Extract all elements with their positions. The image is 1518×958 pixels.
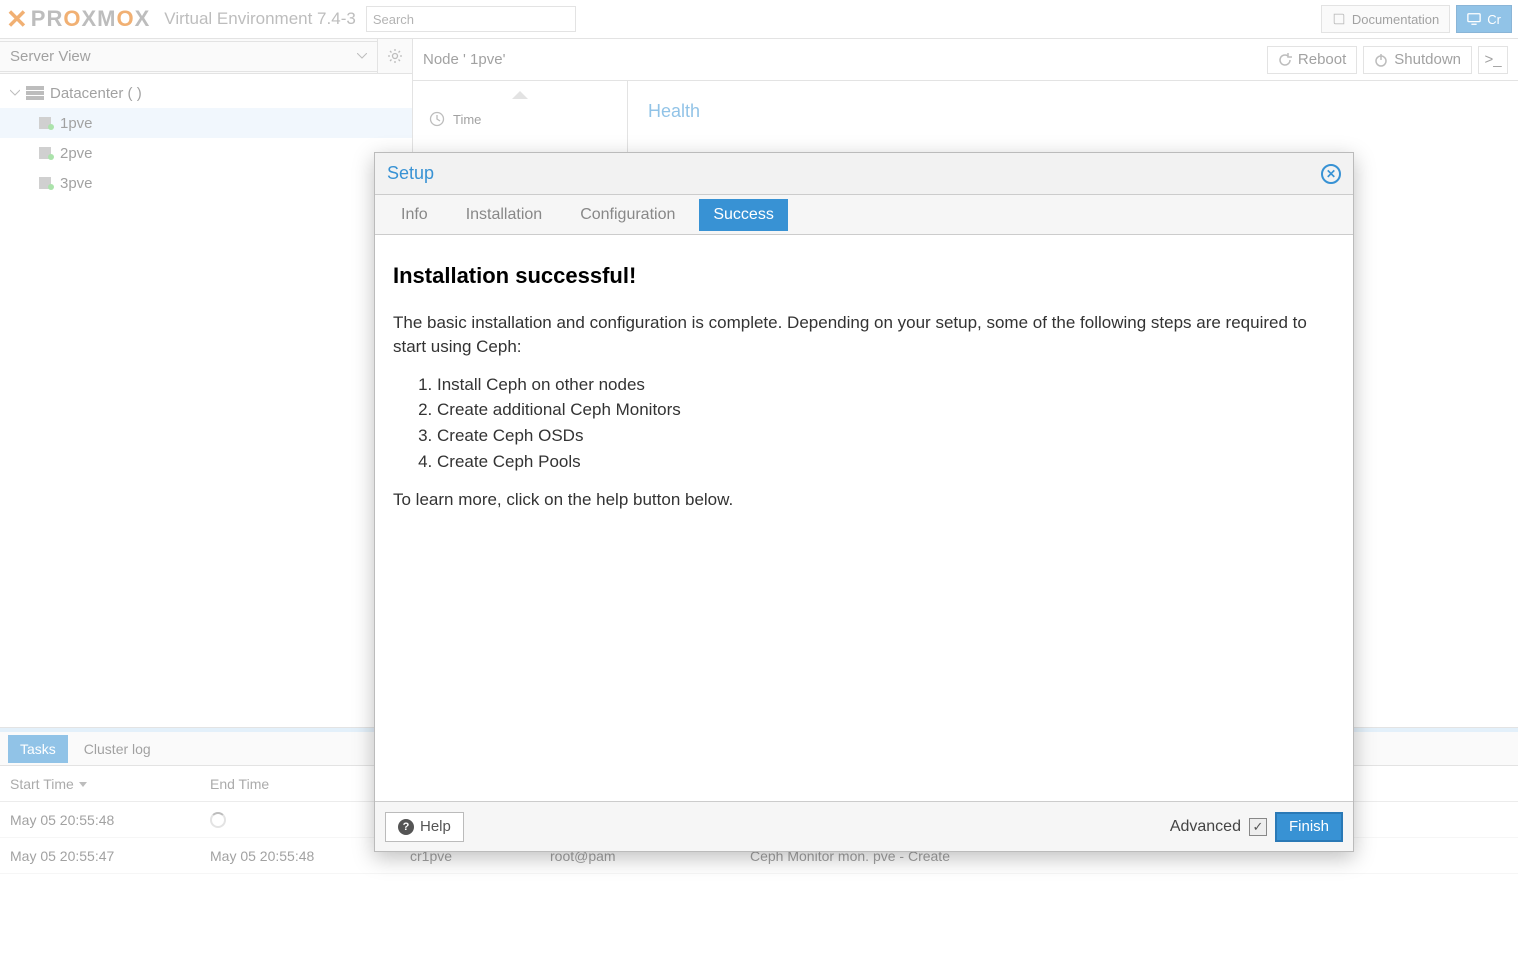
success-intro: The basic installation and configuration…	[393, 311, 1335, 359]
help-label: Help	[420, 818, 451, 835]
tab-info[interactable]: Info	[387, 199, 442, 231]
success-outro: To learn more, click on the help button …	[393, 488, 1335, 512]
dialog-footer: ? Help Advanced ✓ Finish	[375, 801, 1353, 851]
finish-label: Finish	[1289, 818, 1329, 835]
close-button[interactable]: ✕	[1321, 164, 1341, 184]
dialog-title: Setup	[387, 163, 1321, 184]
step-item: Create Ceph Pools	[437, 450, 1335, 474]
success-heading: Installation successful!	[393, 263, 1335, 289]
close-icon: ✕	[1326, 167, 1336, 181]
dialog-header: Setup ✕	[375, 153, 1353, 195]
help-icon: ?	[398, 819, 414, 835]
tab-configuration[interactable]: Configuration	[566, 199, 689, 231]
tab-installation[interactable]: Installation	[452, 199, 557, 231]
step-item: Create additional Ceph Monitors	[437, 398, 1335, 422]
finish-button[interactable]: Finish	[1275, 812, 1343, 842]
help-button[interactable]: ? Help	[385, 812, 464, 842]
step-item: Install Ceph on other nodes	[437, 373, 1335, 397]
advanced-checkbox[interactable]: ✓	[1249, 818, 1267, 836]
success-steps: Install Ceph on other nodes Create addit…	[437, 373, 1335, 474]
check-icon: ✓	[1253, 819, 1264, 835]
dialog-tabs: Info Installation Configuration Success	[375, 195, 1353, 235]
tab-success[interactable]: Success	[699, 199, 787, 231]
advanced-label: Advanced	[1170, 818, 1241, 836]
setup-dialog: Setup ✕ Info Installation Configuration …	[374, 152, 1354, 852]
dialog-body: Installation successful! The basic insta…	[375, 235, 1353, 801]
step-item: Create Ceph OSDs	[437, 424, 1335, 448]
